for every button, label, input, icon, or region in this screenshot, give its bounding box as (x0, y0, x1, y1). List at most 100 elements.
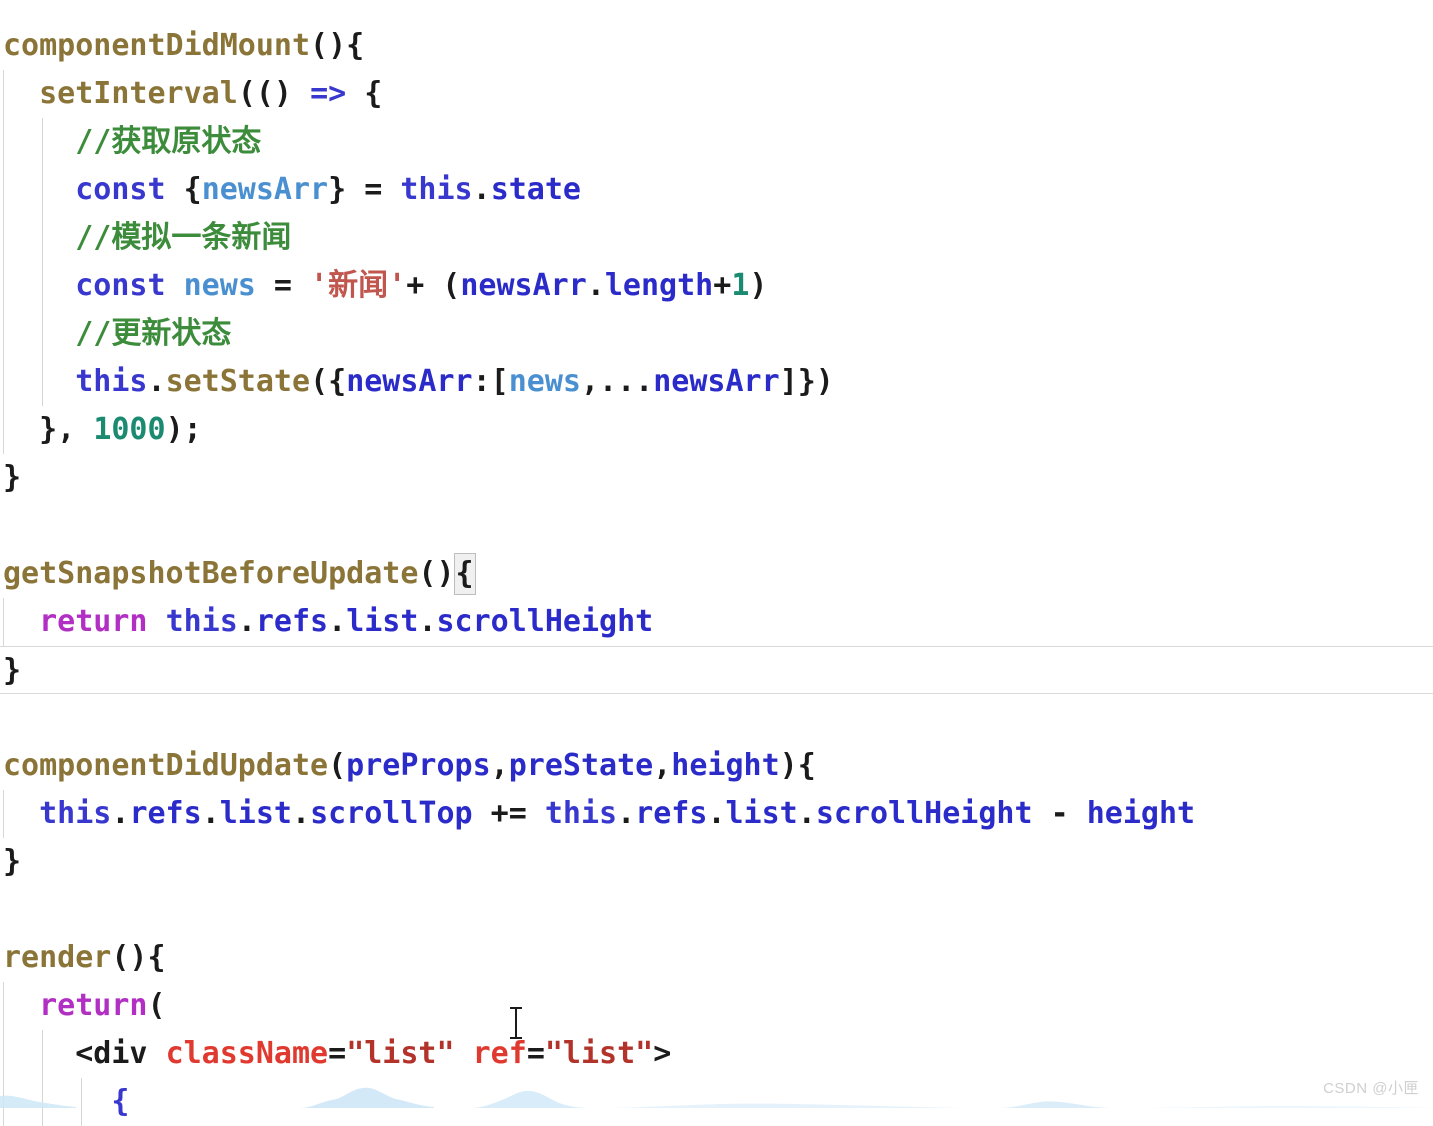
code-line[interactable]: getSnapshotBeforeUpdate(){ (0, 550, 1433, 598)
code-token: } = (328, 172, 401, 207)
bracket-match-highlight: { (453, 553, 476, 595)
code-token: + (713, 268, 732, 303)
code-token: scrollTop (310, 796, 473, 831)
code-token: scrollHeight (436, 604, 654, 639)
indent-guide (42, 118, 43, 166)
code-token: state (490, 172, 581, 207)
code-line[interactable]: const news = '新闻'+ (newsArr.length+1) (0, 262, 1433, 310)
code-line[interactable]: //模拟一条新闻 (0, 214, 1433, 262)
indent-guide (81, 1078, 82, 1126)
indent-guide (42, 358, 43, 406)
indent-guide (3, 982, 4, 1030)
code-token: ,... (581, 364, 654, 399)
indent-guide (3, 598, 4, 646)
code-editor[interactable]: componentDidMount(){ setInterval(() => {… (0, 0, 1433, 1126)
indent-guide (3, 262, 4, 310)
code-token: } (3, 460, 22, 495)
code-token: => (310, 76, 347, 111)
code-token: 1 (731, 268, 750, 303)
code-line[interactable]: return( (0, 982, 1433, 1030)
code-line[interactable] (0, 694, 1433, 742)
indent-guide (3, 358, 4, 406)
code-token: (){ (111, 940, 166, 975)
code-token: 1000 (93, 412, 166, 447)
code-token: . (617, 796, 636, 831)
code-token: "list" (346, 1036, 455, 1071)
code-token: , (653, 748, 672, 783)
code-token: return (39, 604, 148, 639)
code-surface[interactable]: componentDidMount(){ setInterval(() => {… (0, 22, 1433, 1126)
code-token: newsArr (653, 364, 780, 399)
code-line[interactable]: this.refs.list.scrollTop += this.refs.li… (0, 790, 1433, 838)
code-line[interactable]: <div className="list" ref="list"> (0, 1030, 1433, 1078)
code-token: (){ (310, 28, 365, 63)
csdn-watermark: CSDN @小匣 (1323, 1080, 1419, 1097)
code-token: refs (129, 796, 202, 831)
indent-guide (3, 166, 4, 214)
code-line[interactable]: componentDidUpdate(preProps,preState,hei… (0, 742, 1433, 790)
code-token: . (797, 796, 816, 831)
code-token: (() (237, 76, 311, 111)
code-token: className (165, 1036, 329, 1071)
code-token: length (604, 268, 714, 303)
code-token: = (328, 1036, 347, 1071)
code-token: ( (147, 988, 166, 1023)
code-line[interactable]: } (0, 838, 1433, 886)
code-line[interactable]: { (0, 1078, 1433, 1126)
code-token: this (39, 796, 112, 831)
code-token: :[ (472, 364, 509, 399)
code-token: list (346, 604, 419, 639)
code-token: ref (472, 1036, 527, 1071)
code-token: ]}) (779, 364, 834, 399)
indent-guide (42, 1078, 43, 1126)
code-token: return (39, 988, 148, 1023)
code-token: + ( (406, 268, 461, 303)
code-line[interactable]: } (0, 646, 1433, 694)
code-token: . (201, 796, 220, 831)
code-token: refs (635, 796, 708, 831)
code-token: = (255, 268, 311, 303)
code-token: preProps (346, 748, 491, 783)
indent-guide (42, 214, 43, 262)
indent-guide (42, 166, 43, 214)
code-token: () (418, 556, 455, 591)
code-line[interactable] (0, 502, 1433, 550)
code-token: height (1086, 796, 1196, 831)
code-token: list (219, 796, 292, 831)
code-token: const (75, 172, 166, 207)
indent-guide (42, 310, 43, 358)
code-token: news (183, 268, 256, 303)
code-line[interactable]: setInterval(() => { (0, 70, 1433, 118)
code-token: render (3, 940, 112, 975)
code-token: height (671, 748, 780, 783)
code-token: += (472, 796, 545, 831)
code-token: //更新状态 (75, 316, 232, 351)
code-line[interactable]: componentDidMount(){ (0, 22, 1433, 70)
indent-guide (3, 406, 4, 454)
code-line[interactable]: this.setState({newsArr:[news,...newsArr]… (0, 358, 1433, 406)
code-line[interactable] (0, 886, 1433, 934)
code-line[interactable]: }, 1000); (0, 406, 1433, 454)
indent-guide (3, 1078, 4, 1126)
code-line[interactable]: } (0, 454, 1433, 502)
code-line[interactable]: const {newsArr} = this.state (0, 166, 1433, 214)
code-token: news (508, 364, 581, 399)
code-token: this (75, 364, 148, 399)
code-token: , (490, 748, 509, 783)
code-line[interactable]: //获取原状态 (0, 118, 1433, 166)
code-token: = (526, 1036, 545, 1071)
code-line[interactable]: return this.refs.list.scrollHeight (0, 598, 1433, 646)
code-token: getSnapshotBeforeUpdate (3, 556, 419, 591)
code-line[interactable]: //更新状态 (0, 310, 1433, 358)
code-line[interactable]: render(){ (0, 934, 1433, 982)
code-token: ); (165, 412, 202, 447)
